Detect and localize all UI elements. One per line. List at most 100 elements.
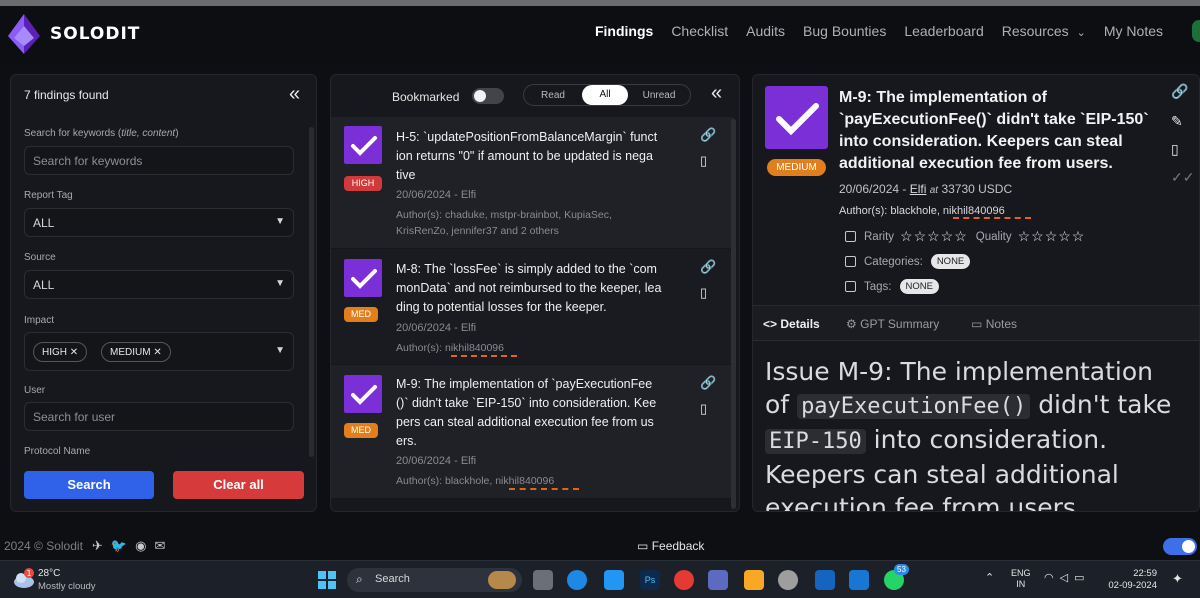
chevron-down-icon: ▼	[275, 216, 285, 227]
protocol-link[interactable]: Elfi	[910, 182, 927, 196]
chevron-up-icon[interactable]: ⌃	[985, 571, 994, 584]
tab-details[interactable]: <> Details	[763, 317, 820, 331]
bookmark-icon[interactable]: ▯	[700, 285, 707, 301]
whatsapp-icon[interactable]: 53	[884, 564, 909, 590]
avatar[interactable]	[1192, 20, 1200, 42]
impact-multiselect[interactable]: HIGH ✕ MEDIUM ✕ ▼	[24, 332, 294, 371]
tab-notes[interactable]: ▭ Notes	[971, 317, 1017, 331]
clear-all-button[interactable]: Clear all	[173, 471, 304, 499]
notes-icon[interactable]: ✎	[1171, 113, 1183, 130]
finding-authors: Author(s): nikhil840096	[396, 342, 504, 354]
nav-checklist[interactable]: Checklist	[662, 23, 737, 39]
task-view-icon[interactable]	[533, 570, 553, 590]
tiktok-icon[interactable]	[849, 570, 869, 590]
close-icon[interactable]: ✕	[153, 347, 161, 358]
weather-widget[interactable]: 1	[12, 567, 36, 594]
nav-findings[interactable]: Findings	[586, 23, 662, 39]
file-explorer-icon[interactable]	[744, 570, 764, 590]
keywords-label: Search for keywords (title, content)	[24, 128, 179, 139]
chat-icon: ▭	[637, 539, 649, 553]
finding-title[interactable]: M-8: The `lossFee` is simply added to th…	[396, 260, 688, 317]
link-icon[interactable]: 🔗	[700, 127, 716, 143]
source-select[interactable]: ALL ▼	[24, 270, 294, 299]
close-icon[interactable]: ✕	[70, 347, 78, 358]
theme-toggle[interactable]	[1163, 538, 1197, 555]
bookmarked-toggle[interactable]	[472, 88, 504, 104]
chrome-icon[interactable]	[674, 570, 694, 590]
categories-row: Categories: NONE	[845, 254, 971, 269]
telegram-icon[interactable]: ✈	[92, 538, 111, 553]
windows-start-icon[interactable]	[318, 571, 336, 589]
copilot-icon[interactable]	[708, 570, 728, 590]
list-item[interactable]: HIGH H-5: `updatePositionFromBalanceMarg…	[331, 117, 734, 249]
social-icons: ✈🐦◉✉	[92, 538, 173, 554]
code-icon: <>	[763, 317, 778, 331]
list-item[interactable]: MED M-9: The implementation of `payExecu…	[331, 365, 734, 499]
edge-icon[interactable]	[567, 570, 587, 590]
weather-temperature: 28°C	[38, 568, 61, 579]
finding-meta: 20/06/2024 - Elfi	[396, 455, 477, 467]
chevron-down-icon: ⌄	[1076, 27, 1086, 39]
checkbox-icon[interactable]	[845, 281, 856, 292]
impact-chip-medium[interactable]: MEDIUM ✕	[101, 342, 171, 362]
bookmark-icon[interactable]: ▯	[1171, 141, 1179, 158]
rarity-stars[interactable]: ☆☆☆☆☆	[900, 228, 968, 245]
toggle-knob	[474, 90, 486, 102]
finding-title[interactable]: M-9: The implementation of `payExecution…	[396, 375, 688, 451]
segment-read[interactable]: Read	[524, 90, 582, 101]
mail-icon[interactable]: ✉	[154, 538, 173, 553]
checkbox-icon[interactable]	[845, 231, 856, 242]
tab-gpt-summary[interactable]: ⚙ GPT Summary	[846, 317, 939, 331]
quality-stars[interactable]: ☆☆☆☆☆	[1018, 228, 1086, 245]
search-button[interactable]: Search	[24, 471, 154, 499]
volume-icon: ◁	[1059, 572, 1075, 584]
language-indicator[interactable]: ENG IN	[1011, 568, 1031, 590]
nav-audits[interactable]: Audits	[737, 23, 794, 39]
link-icon[interactable]: 🔗	[700, 375, 716, 391]
report-tag-select[interactable]: ALL ▼	[24, 208, 294, 237]
feedback-link[interactable]: ▭ Feedback	[637, 539, 704, 553]
system-tray-icons[interactable]: ◠◁▭	[1044, 571, 1090, 584]
finding-authors: Author(s): chaduke, mstpr-brainbot, Kupi…	[396, 209, 612, 237]
finding-title[interactable]: H-5: `updatePositionFromBalanceMargin` f…	[396, 128, 688, 185]
impact-chip-high[interactable]: HIGH ✕	[33, 342, 88, 362]
twitter-icon[interactable]: 🐦	[111, 538, 135, 553]
taskbar-search[interactable]: ⌕ Search	[347, 568, 522, 592]
nav-my-notes[interactable]: My Notes	[1095, 23, 1172, 39]
filter-panel: 7 findings found « Search for keywords (…	[10, 74, 317, 512]
clock[interactable]: 22:59 02-09-2024	[1107, 568, 1157, 592]
segment-all[interactable]: All	[582, 85, 628, 105]
finding-thumbnail	[765, 86, 828, 149]
list-item[interactable]: MED M-8: The `lossFee` is simply added t…	[331, 249, 734, 365]
keywords-input[interactable]: Search for keywords	[24, 146, 294, 175]
link-icon[interactable]: 🔗	[700, 259, 716, 275]
segment-unread[interactable]: Unread	[628, 90, 690, 101]
github-icon[interactable]: ◉	[135, 538, 154, 553]
annotation-underline	[953, 213, 1031, 219]
link-icon[interactable]: 🔗	[1171, 83, 1188, 100]
photoshop-icon[interactable]: Ps	[640, 570, 660, 590]
vscode-icon[interactable]	[604, 570, 624, 590]
scrollbar[interactable]	[731, 119, 736, 509]
chevron-down-icon: ▼	[275, 345, 285, 356]
bookmark-icon[interactable]: ▯	[700, 401, 707, 417]
rarity-row: Rarity ☆☆☆☆☆ Quality ☆☆☆☆☆	[845, 228, 1085, 245]
scrollbar[interactable]	[309, 127, 314, 457]
wifi-icon: ◠	[1044, 572, 1060, 584]
user-input[interactable]: Search for user	[24, 402, 294, 431]
bookmark-icon[interactable]: ▯	[700, 153, 707, 169]
collapse-left-icon[interactable]: «	[289, 83, 300, 106]
app-icon[interactable]	[815, 570, 835, 590]
chevron-down-icon: ▼	[275, 278, 285, 289]
nav-bug-bounties[interactable]: Bug Bounties	[794, 23, 895, 39]
finding-meta: 20/06/2024 - Elfi	[396, 322, 477, 334]
logo[interactable]: SOLODIT	[8, 14, 140, 54]
nav-leaderboard[interactable]: Leaderboard	[895, 23, 992, 39]
nav-resources[interactable]: Resources ⌄	[993, 23, 1095, 39]
finding-meta: 20/06/2024 - Elfi	[396, 189, 477, 201]
read-check-icon[interactable]: ✓✓	[1171, 169, 1194, 186]
dell-icon[interactable]	[778, 570, 798, 590]
notifications-icon[interactable]: ✦	[1172, 571, 1183, 587]
collapse-middle-icon[interactable]: «	[711, 82, 722, 105]
checkbox-icon[interactable]	[845, 256, 856, 267]
